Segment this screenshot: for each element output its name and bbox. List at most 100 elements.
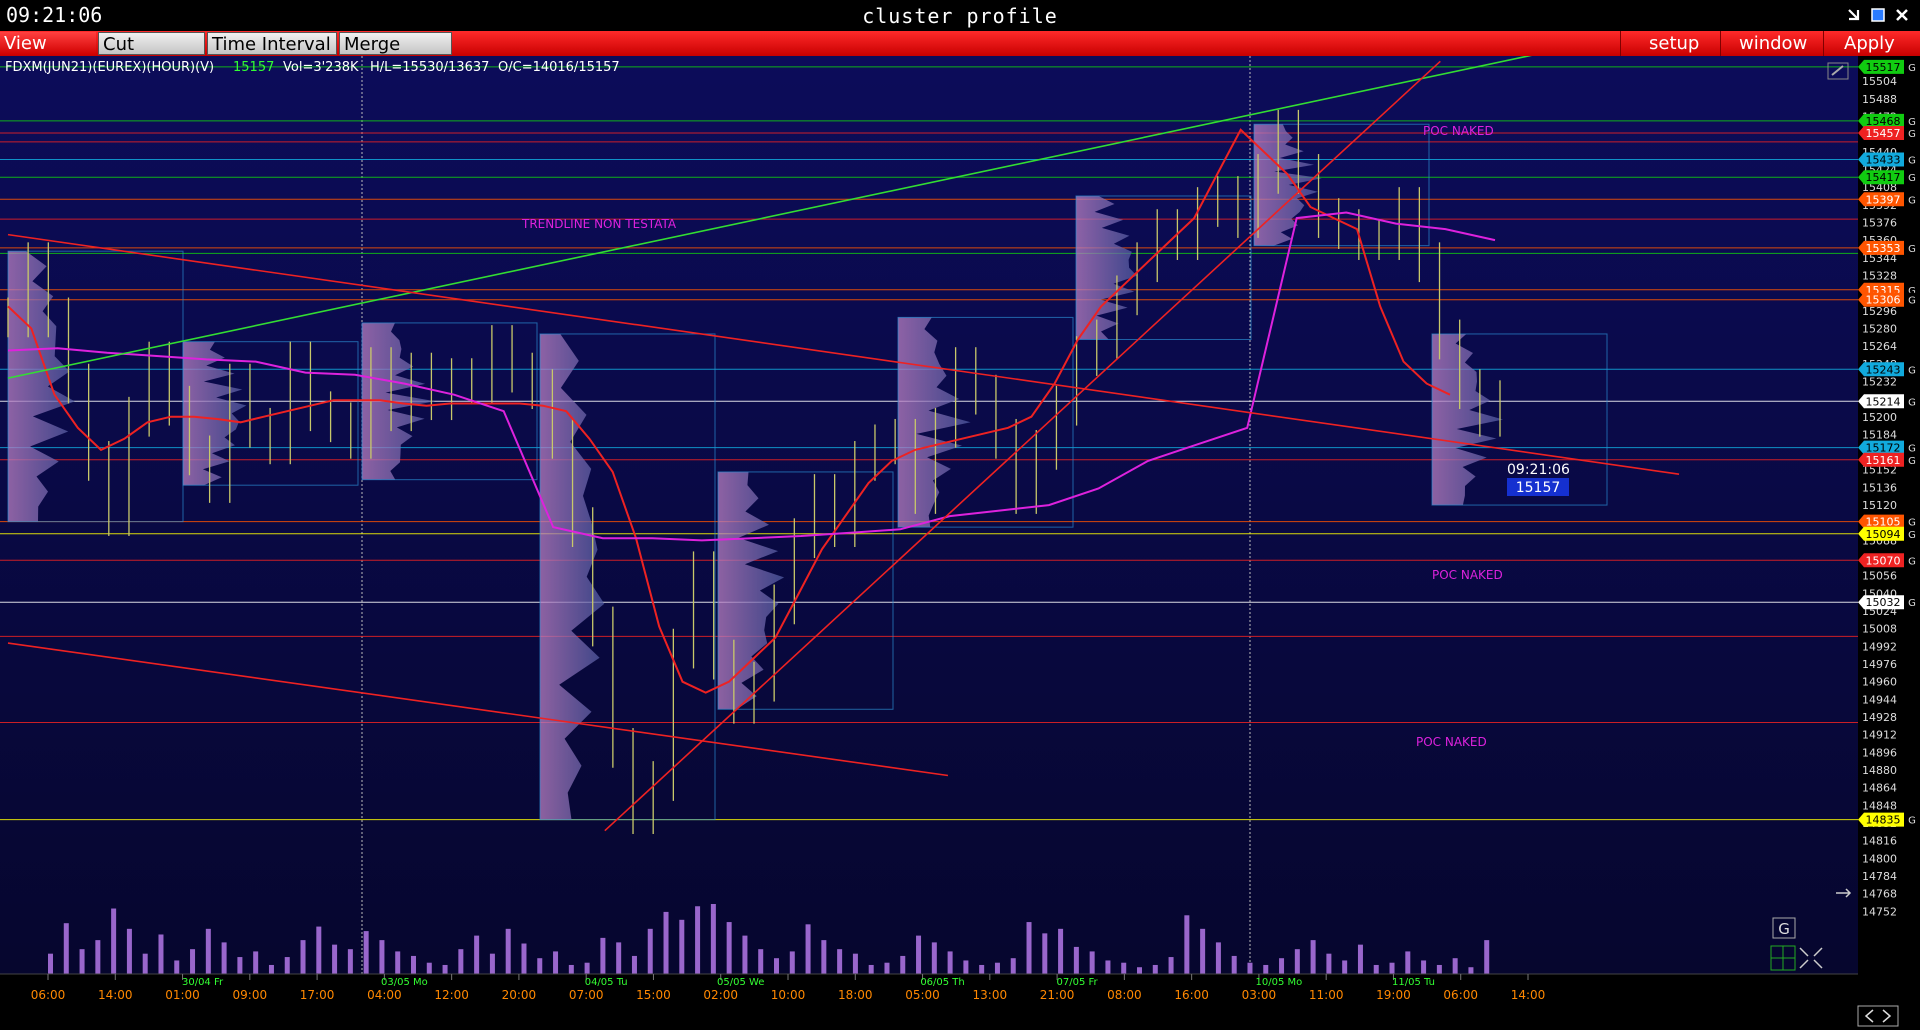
volume-bar — [395, 951, 401, 974]
volume-bar — [821, 940, 827, 974]
level-goto-letter: G — [1908, 63, 1916, 74]
volume-bar — [1026, 922, 1032, 974]
level-price-text: 15070 — [1866, 554, 1901, 567]
volume-bar — [1468, 967, 1474, 974]
high-low-label: H/L=15530/13637 — [370, 60, 489, 75]
volume-bar — [1121, 962, 1127, 974]
cluster-profile-chart[interactable]: 1550415488154721545615440154241540815392… — [0, 56, 1920, 1030]
volume-bar — [474, 935, 480, 974]
volume-bar — [221, 942, 227, 974]
trendline-note: TRENDLINE NON TESTATA — [521, 217, 677, 231]
volume-bar — [237, 957, 243, 974]
price-tick-label: 15376 — [1862, 216, 1897, 229]
view-dom-button[interactable]: View DOM — [0, 32, 96, 77]
volume-bar — [300, 940, 306, 974]
volume-bar — [253, 951, 259, 974]
time-tick-label: 14:00 — [1511, 988, 1546, 1002]
level-price-text: 15243 — [1866, 363, 1901, 376]
price-tick-label: 14928 — [1862, 711, 1897, 724]
volume-bar — [1215, 942, 1221, 974]
toolbar-divider — [1620, 31, 1621, 56]
volume-bar — [726, 922, 732, 974]
volume-bar — [1310, 940, 1316, 974]
time-axis: 06:00 14:00 01:0030/04 Fr09:00 17:00 04:0003… — [0, 974, 1858, 1030]
time-tick-label: 14:00 — [98, 988, 133, 1002]
volume-bar — [1326, 953, 1332, 974]
grid-toggle-letter: G — [1778, 920, 1790, 938]
volume-bar — [1373, 964, 1379, 974]
time-tick-label: 06:00 — [31, 988, 66, 1002]
time-tick-label: 15:00 — [636, 988, 671, 1002]
maximize-icon[interactable] — [1870, 7, 1886, 23]
time-interval-button[interactable]: Time Interval — [207, 32, 337, 55]
price-tick-label: 14816 — [1862, 835, 1897, 848]
volume-bar — [1247, 962, 1253, 974]
volume-bar — [647, 928, 653, 974]
volume-bar — [758, 949, 764, 974]
volume-bar — [505, 928, 511, 974]
price-tick-label: 14784 — [1862, 870, 1897, 883]
price-tick-label: 14960 — [1862, 676, 1897, 689]
volume-bar — [442, 964, 448, 974]
price-tick-label: 14944 — [1862, 693, 1897, 706]
volume-label: Vol=3'238K — [283, 60, 359, 75]
volume-bar — [1421, 960, 1427, 974]
price-tick-label: 14800 — [1862, 852, 1897, 865]
time-tick-label: 06:00 — [1443, 988, 1478, 1002]
level-price-text: 15214 — [1866, 395, 1901, 408]
volume-bar — [1231, 955, 1237, 974]
volume-bar — [426, 962, 432, 974]
level-price-text: 15433 — [1866, 154, 1901, 167]
level-goto-letter: G — [1908, 397, 1916, 408]
volume-bar — [695, 906, 701, 974]
time-tick-label: 16:00 — [1174, 988, 1209, 1002]
close-icon[interactable] — [1894, 7, 1910, 23]
level-price-text: 14835 — [1866, 814, 1901, 827]
poc-naked-note: POC NAKED — [1423, 124, 1494, 138]
volume-bar — [411, 955, 416, 974]
price-axis: 1550415488154721545615440154241540815392… — [1858, 56, 1920, 1030]
price-tick-label: 15200 — [1862, 411, 1897, 424]
window-button[interactable]: window — [1735, 32, 1825, 55]
merge-contracts-button[interactable]: Merge Contr — [339, 32, 452, 78]
time-tick-label: 21:00 — [1040, 988, 1075, 1002]
volume-bar — [1073, 946, 1079, 974]
date-label: 05/05 We — [717, 977, 764, 988]
cut-breaks-button[interactable]: Cut Breaks — [98, 32, 205, 78]
volume-bar — [631, 955, 637, 974]
setup-button[interactable]: setup — [1645, 32, 1725, 55]
price-tick-label: 14896 — [1862, 746, 1897, 759]
volume-bar — [316, 926, 322, 974]
price-tick-label: 14752 — [1862, 905, 1897, 918]
volume-bar — [48, 953, 53, 974]
time-tick-label: 20:00 — [502, 988, 537, 1002]
volume-bar — [347, 949, 353, 974]
poc-naked-note: POC NAKED — [1432, 568, 1503, 582]
apply-button[interactable]: Apply — [1840, 32, 1910, 55]
volume-bar — [805, 924, 811, 974]
volume-bar — [1484, 940, 1490, 974]
minimize-icon[interactable] — [1846, 7, 1862, 23]
level-price-text: 15094 — [1866, 528, 1901, 541]
volume-bar — [789, 951, 795, 974]
level-price-text: 15397 — [1866, 193, 1901, 206]
volume-bar — [158, 934, 164, 974]
time-tick-label: 05:00 — [905, 988, 940, 1002]
window-title: cluster profile — [862, 4, 1058, 28]
volume-bar — [1436, 964, 1442, 974]
level-goto-letter: G — [1908, 456, 1916, 467]
price-tick-label: 15184 — [1862, 428, 1897, 441]
level-goto-letter: G — [1908, 530, 1916, 541]
price-tick-label: 15232 — [1862, 375, 1897, 388]
level-price-text: 15468 — [1866, 115, 1901, 128]
volume-bar — [1389, 962, 1395, 974]
volume-bar — [584, 962, 590, 974]
time-tick-label: 08:00 — [1107, 988, 1142, 1002]
poc-naked-note: POC NAKED — [1416, 735, 1487, 749]
price-tick-label: 15136 — [1862, 481, 1897, 494]
price-tick-label: 15280 — [1862, 322, 1897, 335]
toolbar: View DOM Cut Breaks Time Interval Merge … — [0, 31, 1920, 78]
volume-bar — [1137, 967, 1142, 974]
price-tick-label: 14880 — [1862, 764, 1897, 777]
time-tick-label: 02:00 — [703, 988, 738, 1002]
